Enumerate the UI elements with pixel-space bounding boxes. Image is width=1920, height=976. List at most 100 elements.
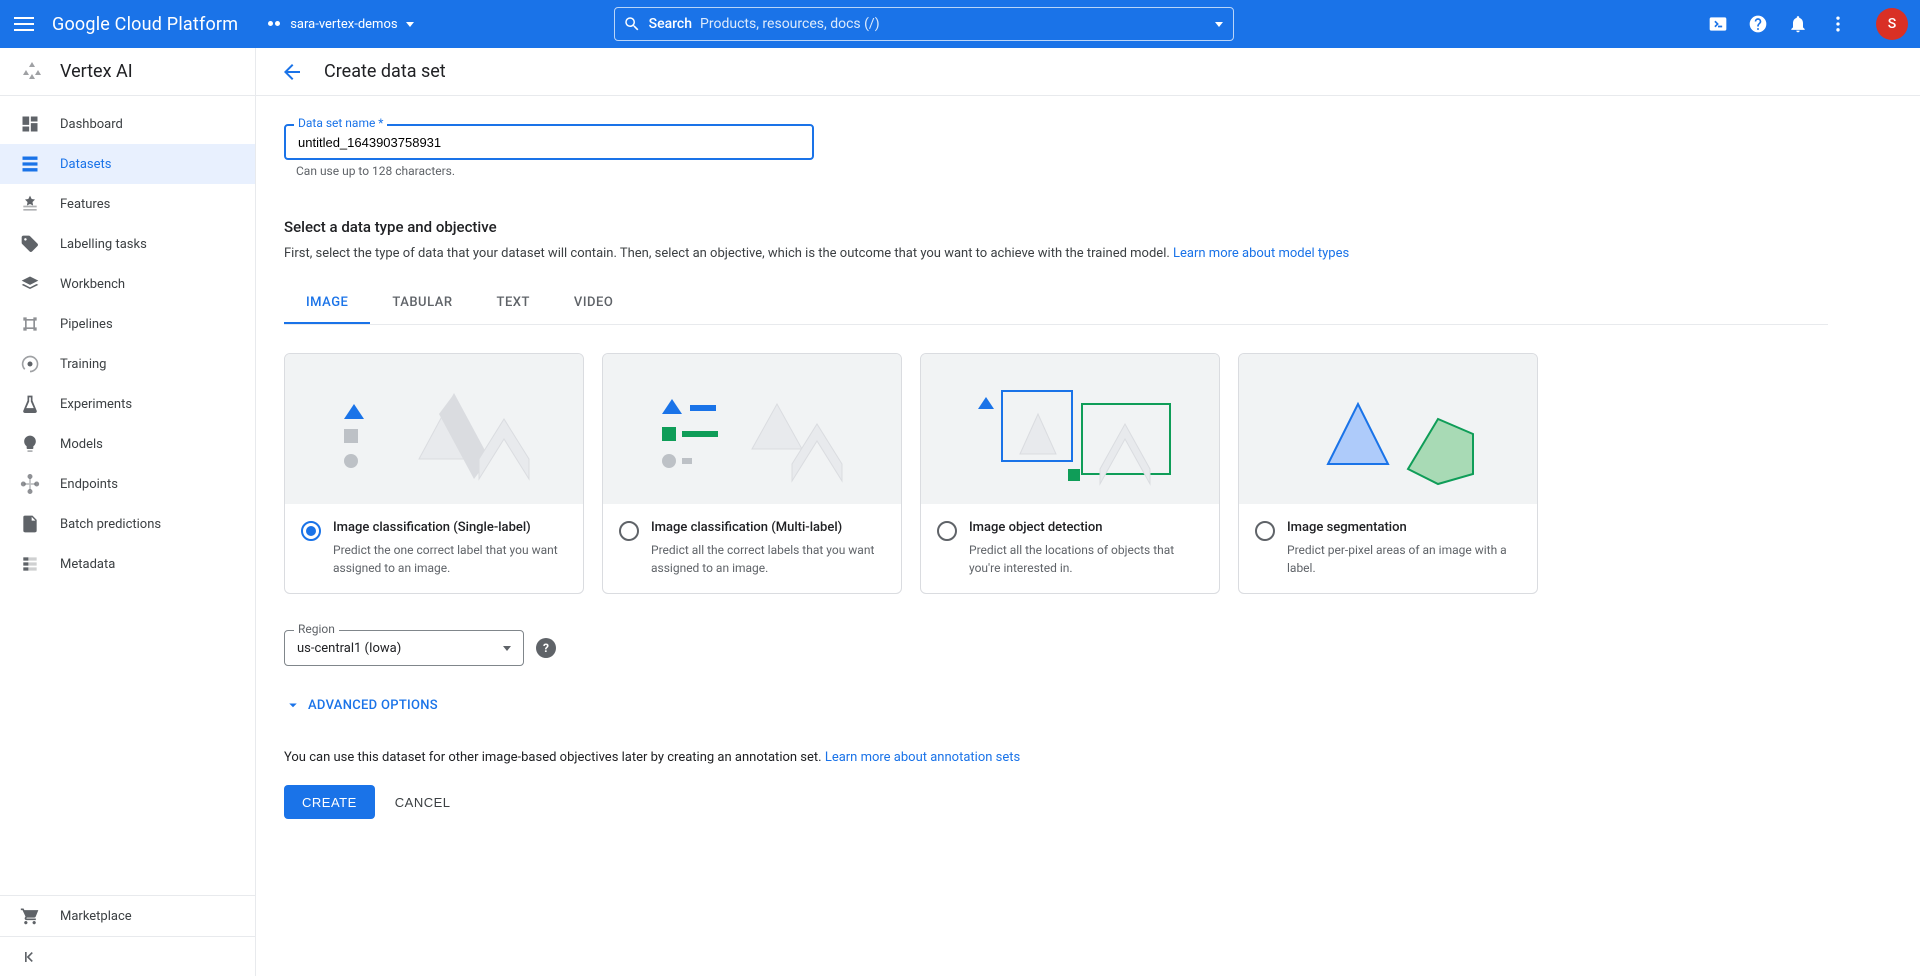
sidebar-item-label: Training [60, 357, 106, 372]
models-icon [20, 434, 40, 454]
chevron-left-icon [20, 947, 40, 967]
training-icon [20, 354, 40, 374]
project-icon [266, 16, 282, 32]
card-title: Image segmentation [1287, 520, 1521, 535]
metadata-icon [20, 554, 40, 574]
features-icon [20, 194, 40, 214]
project-selector[interactable]: sara-vertex-demos [266, 16, 413, 32]
card-description: Predict all the locations of objects tha… [969, 541, 1203, 577]
region-select[interactable]: Region us-central1 (Iowa) [284, 630, 524, 666]
region-value: us-central1 (Iowa) [297, 641, 401, 656]
more-vert-icon[interactable] [1828, 14, 1848, 34]
project-name: sara-vertex-demos [290, 17, 397, 32]
marketplace-icon [20, 906, 40, 926]
sidebar-item-experiments[interactable]: Experiments [0, 384, 255, 424]
notifications-icon[interactable] [1788, 14, 1808, 34]
sidebar-item-training[interactable]: Training [0, 344, 255, 384]
sidebar-item-label: Marketplace [60, 909, 132, 924]
experiments-icon [20, 394, 40, 414]
caret-down-icon [406, 22, 414, 27]
sidebar-item-label: Dashboard [60, 117, 123, 132]
sidebar-item-label: Models [60, 437, 103, 452]
card-description: Predict all the correct labels that you … [651, 541, 885, 577]
page-title: Create data set [324, 61, 446, 82]
sidebar-item-endpoints[interactable]: Endpoints [0, 464, 255, 504]
sidebar-item-label: Labelling tasks [60, 237, 147, 252]
objective-card-3[interactable]: Image segmentation Predict per-pixel area… [1238, 353, 1538, 594]
card-radio[interactable] [301, 521, 321, 541]
sidebar-item-label: Metadata [60, 557, 115, 572]
top-actions: S [1708, 8, 1908, 40]
objective-card-1[interactable]: Image classification (Multi-label)Predic… [602, 353, 902, 594]
objective-card-2[interactable]: Image object detection Predict all the lo… [920, 353, 1220, 594]
dataset-name-hint: Can use up to 128 characters. [296, 164, 1828, 178]
pipelines-icon [20, 314, 40, 334]
sidebar-item-batch[interactable]: Batch predictions [0, 504, 255, 544]
tab-text[interactable]: TEXT [475, 281, 552, 324]
top-bar: Google Cloud Platform sara-vertex-demos … [0, 0, 1920, 48]
card-illustration [921, 354, 1219, 504]
sidebar-item-models[interactable]: Models [0, 424, 255, 464]
cancel-button[interactable]: CANCEL [395, 795, 451, 810]
search-dropdown-icon[interactable] [1215, 22, 1223, 27]
advanced-options-toggle[interactable]: ADVANCED OPTIONS [284, 696, 1828, 714]
dataset-name-field: Data set name * [284, 124, 814, 160]
card-title: Image classification (Single-label) [333, 520, 567, 535]
objective-card-0[interactable]: Image classification (Single-label) Predi… [284, 353, 584, 594]
labelling-icon [20, 234, 40, 254]
sidebar-item-label: Batch predictions [60, 517, 161, 532]
sidebar-item-marketplace[interactable]: Marketplace [0, 896, 255, 936]
search-box[interactable]: Search Products, resources, docs (/) [614, 7, 1234, 41]
dashboard-icon [20, 114, 40, 134]
help-icon[interactable] [1748, 14, 1768, 34]
card-title: Image object detection [969, 520, 1203, 535]
tab-tabular[interactable]: TABULAR [370, 281, 474, 324]
gcp-logo[interactable]: Google Cloud Platform [52, 14, 238, 35]
sidebar-item-pipelines[interactable]: Pipelines [0, 304, 255, 344]
vertex-ai-icon [20, 60, 44, 84]
section-title: Select a data type and objective [284, 218, 1828, 236]
chevron-down-icon [284, 696, 302, 714]
card-radio[interactable] [937, 521, 957, 541]
card-radio[interactable] [1255, 521, 1275, 541]
product-title: Vertex AI [60, 61, 133, 82]
section-description: First, select the type of data that your… [284, 246, 1828, 261]
sidebar-item-datasets[interactable]: Datasets [0, 144, 255, 184]
region-help-icon[interactable]: ? [536, 638, 556, 658]
sidebar-item-label: Endpoints [60, 477, 118, 492]
collapse-sidebar[interactable] [0, 936, 255, 976]
search-placeholder: Products, resources, docs (/) [700, 16, 880, 32]
sidebar-item-features[interactable]: Features [0, 184, 255, 224]
learn-more-model-types-link[interactable]: Learn more about model types [1173, 246, 1349, 261]
sidebar: Vertex AI Dashboard DatasetsFeatures Label… [0, 48, 256, 976]
search-icon [623, 15, 641, 33]
card-illustration [603, 354, 901, 504]
user-avatar[interactable]: S [1876, 8, 1908, 40]
create-button[interactable]: CREATE [284, 785, 375, 819]
sidebar-item-label: Workbench [60, 277, 125, 292]
nav-list: Dashboard DatasetsFeatures Labelling tasks… [0, 96, 255, 895]
datatype-tabs: IMAGETABULARTEXTVIDEO [284, 281, 1828, 325]
card-illustration [1239, 354, 1537, 504]
search-label: Search [649, 16, 692, 32]
sidebar-item-metadata[interactable]: Metadata [0, 544, 255, 584]
product-header[interactable]: Vertex AI [0, 48, 255, 96]
batch-icon [20, 514, 40, 534]
datasets-icon [20, 154, 40, 174]
sidebar-item-dashboard[interactable]: Dashboard [0, 104, 255, 144]
card-radio[interactable] [619, 521, 639, 541]
tab-video[interactable]: VIDEO [552, 281, 635, 324]
region-label: Region [294, 622, 339, 636]
card-description: Predict the one correct label that you w… [333, 541, 567, 577]
sidebar-item-label: Pipelines [60, 317, 113, 332]
page-header: Create data set [256, 48, 1920, 96]
cloud-shell-icon[interactable] [1708, 14, 1728, 34]
sidebar-item-workbench[interactable]: Workbench [0, 264, 255, 304]
card-description: Predict per-pixel areas of an image with… [1287, 541, 1521, 577]
hamburger-menu-icon[interactable] [12, 12, 36, 36]
sidebar-item-labelling[interactable]: Labelling tasks [0, 224, 255, 264]
sidebar-item-label: Experiments [60, 397, 132, 412]
back-arrow-icon[interactable] [280, 60, 304, 84]
learn-more-annotation-link[interactable]: Learn more about annotation sets [825, 750, 1020, 765]
tab-image[interactable]: IMAGE [284, 281, 370, 324]
